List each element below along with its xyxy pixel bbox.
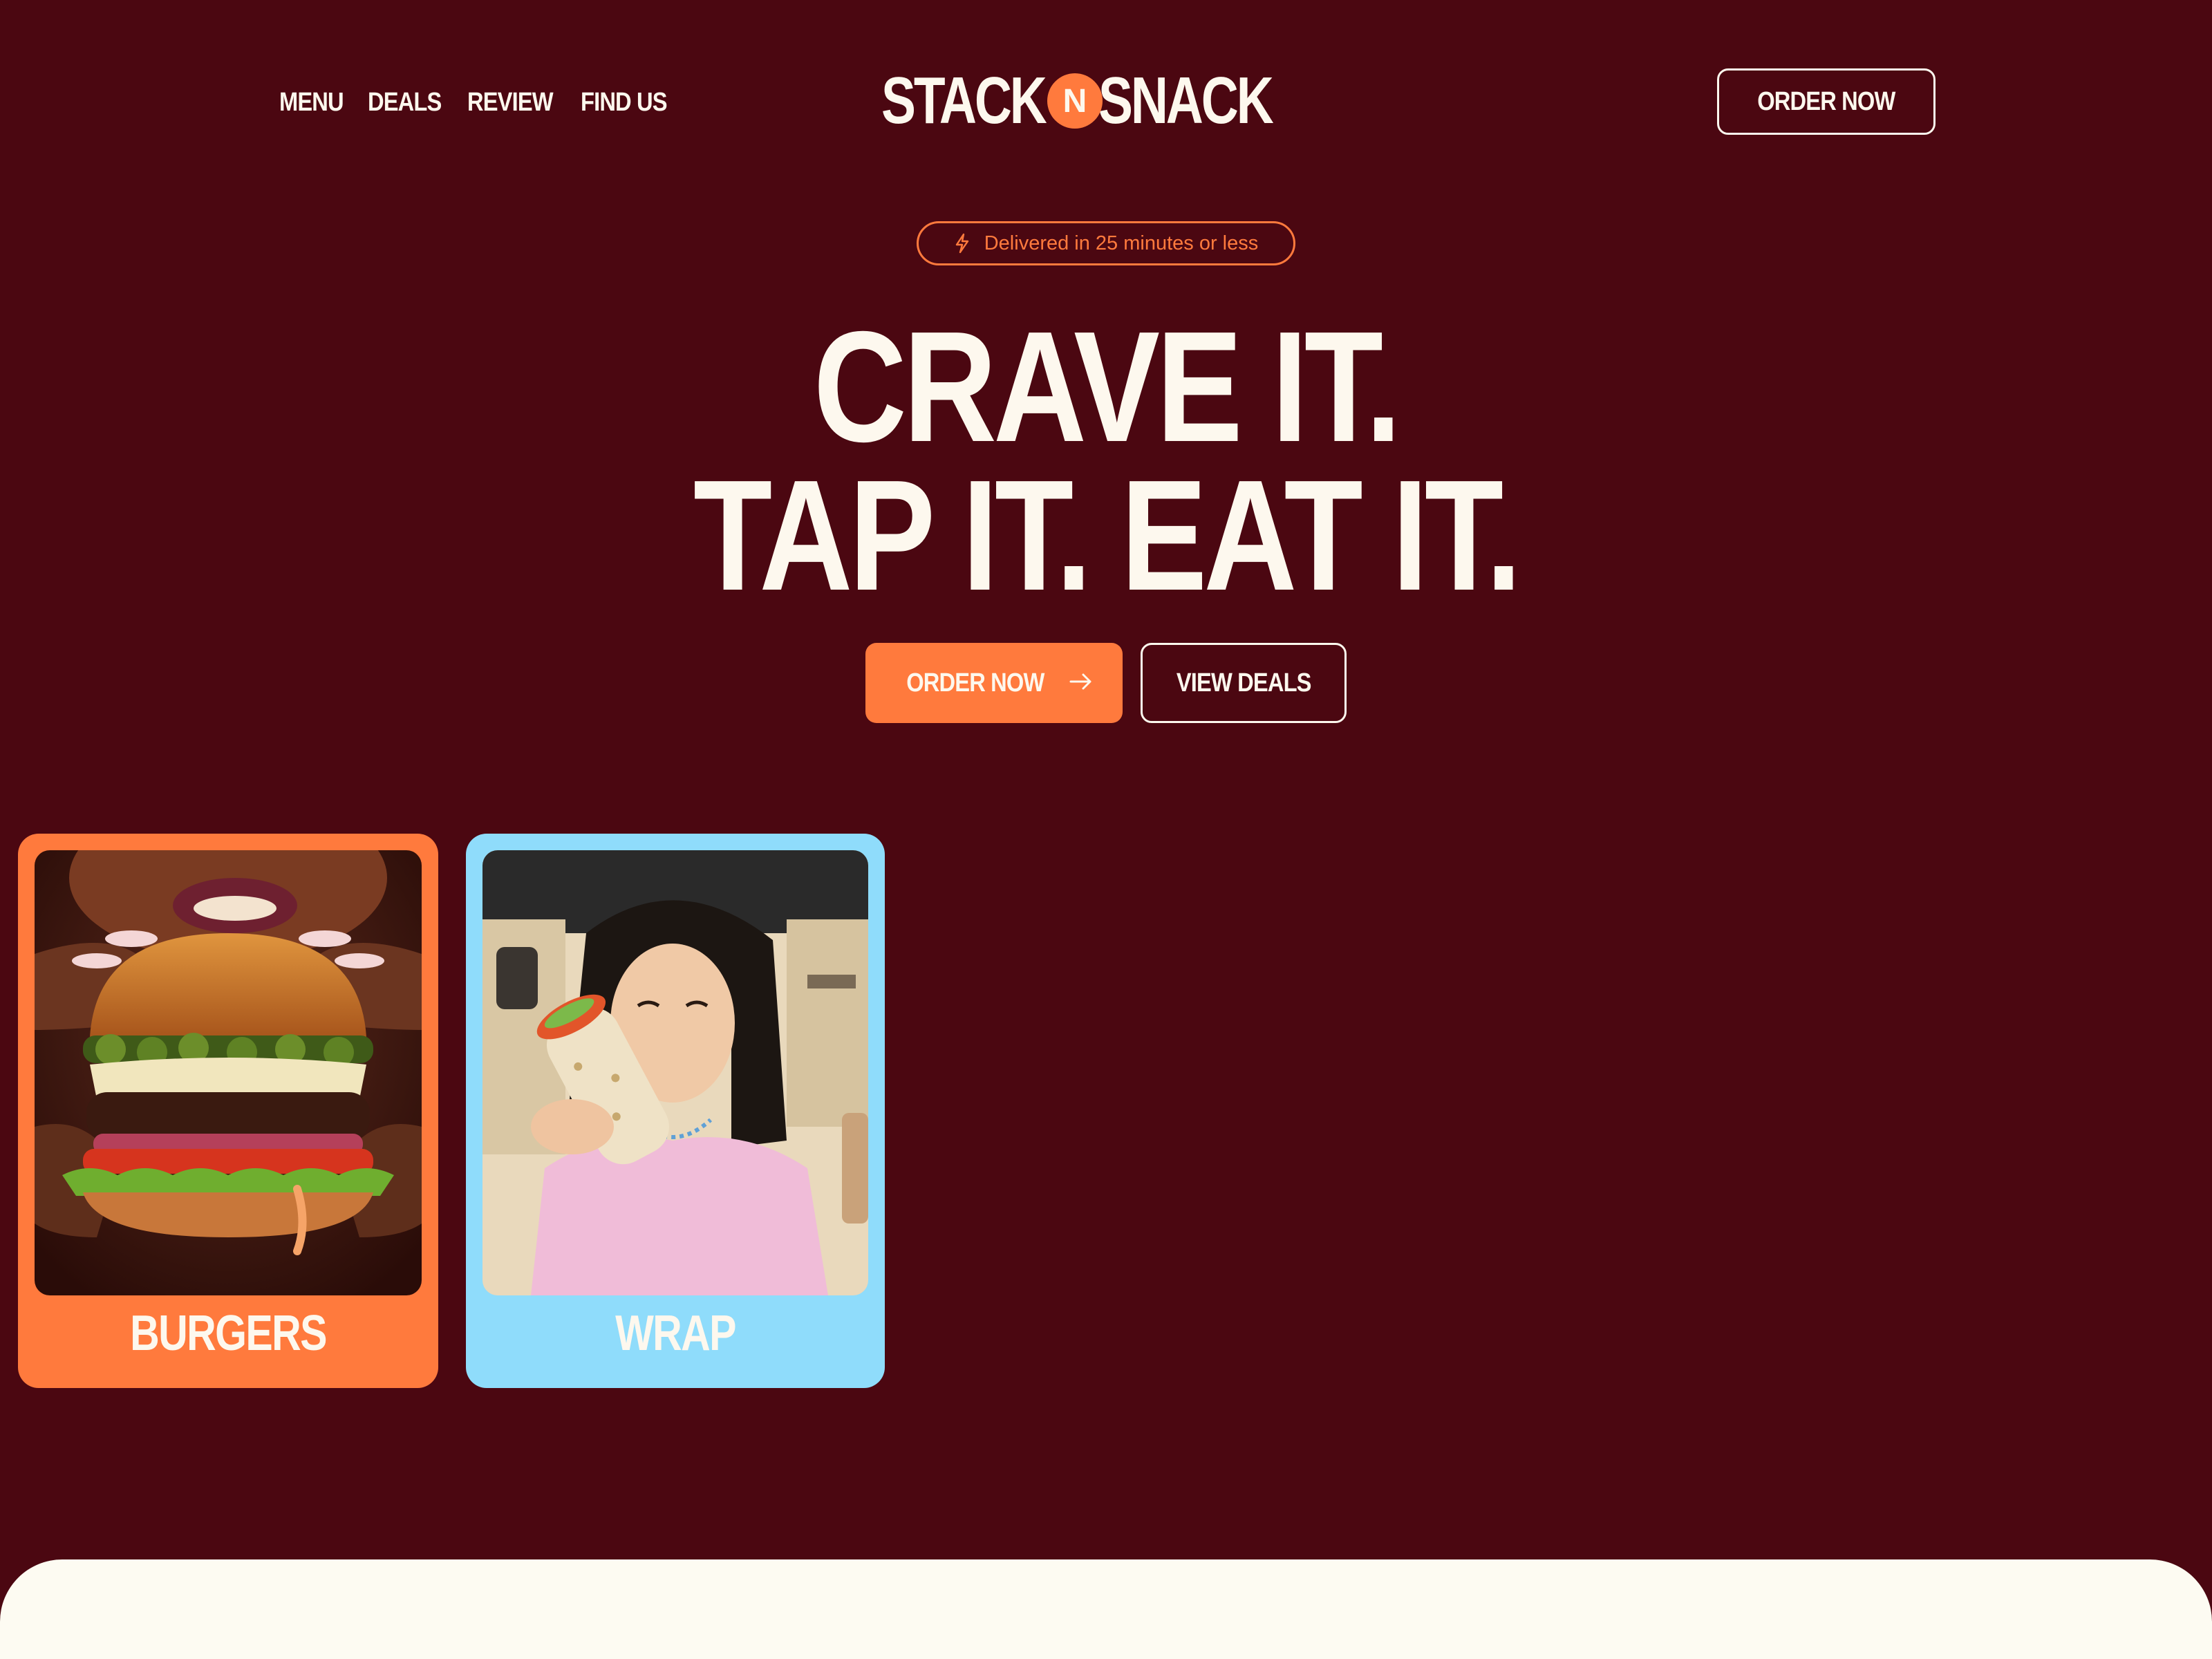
brand-logo[interactable]: STACK N SNACK	[881, 64, 1278, 138]
logo-text-right: SNACK	[1098, 64, 1274, 138]
nav-link-review[interactable]: REVIEW	[467, 88, 554, 118]
nav-link-deals[interactable]: DEALS	[368, 88, 442, 118]
hero-order-now-label: ORDER NOW	[906, 668, 1044, 697]
lightning-icon	[954, 233, 971, 254]
header-order-now-button[interactable]: ORDER NOW	[1717, 68, 1936, 135]
logo-badge: N	[1047, 73, 1103, 129]
arrow-right-icon	[1069, 673, 1093, 694]
wrap-photo	[482, 850, 868, 1295]
hero-headline-line2: TAP IT. EAT IT.	[693, 448, 1521, 624]
delivery-badge: Delivered in 25 minutes or less	[917, 221, 1295, 265]
nav-link-menu[interactable]: MENU	[279, 88, 344, 118]
hero-order-now-button[interactable]: ORDER NOW	[865, 643, 1123, 723]
next-section-panel	[0, 1559, 2212, 1659]
category-label-burgers: BURGERS	[130, 1306, 327, 1361]
header-order-now-label: ORDER NOW	[1757, 86, 1895, 116]
view-deals-label: VIEW DEALS	[1176, 668, 1312, 697]
logo-text-left: STACK	[881, 64, 1047, 138]
delivery-badge-text: Delivered in 25 minutes or less	[984, 232, 1259, 254]
category-card-burgers[interactable]: BURGERS	[18, 834, 438, 1388]
nav-link-find-us[interactable]: FIND US	[581, 88, 668, 118]
view-deals-button[interactable]: VIEW DEALS	[1141, 643, 1347, 723]
main-nav: MENU DEALS REVIEW FIND US	[279, 82, 671, 123]
site-header: MENU DEALS REVIEW FIND US STACK N SNACK …	[0, 0, 2212, 207]
category-label-wrap: WRAP	[615, 1306, 736, 1361]
category-card-wrap[interactable]: WRAP	[466, 834, 885, 1388]
burger-photo	[35, 850, 422, 1295]
